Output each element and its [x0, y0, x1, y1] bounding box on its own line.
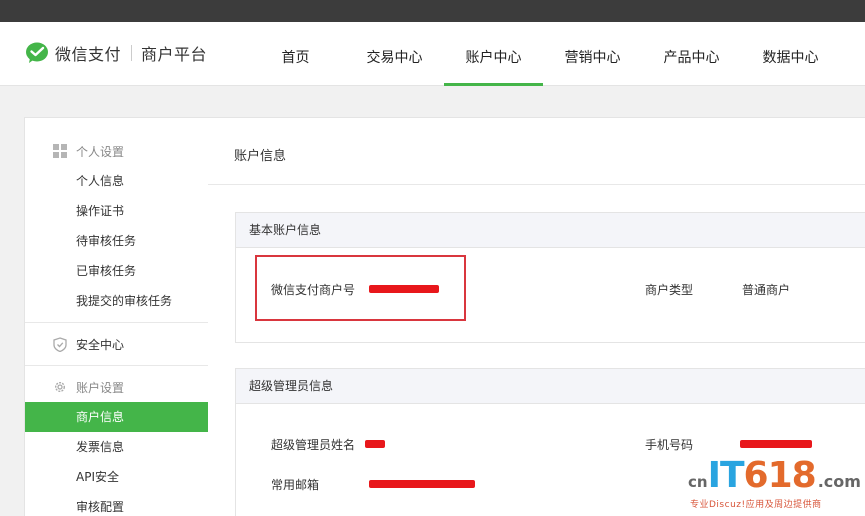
- brand-separator: [131, 45, 133, 61]
- redacted-admin-name: [365, 440, 385, 448]
- sidebar-item-pending-review[interactable]: 待审核任务: [25, 226, 208, 256]
- brand-name: 微信支付: [55, 45, 122, 64]
- sidebar-section-personal: 个人设置: [25, 136, 208, 166]
- header: 微信支付 商户平台 首页 交易中心 账户中心 营销中心 产品中心 数据中心: [0, 22, 865, 86]
- merchant-type-value: 普通商户: [742, 283, 791, 297]
- sidebar-item-security[interactable]: 安全中心: [25, 329, 208, 359]
- sidebar-item-personal-info[interactable]: 个人信息: [25, 166, 208, 196]
- watermark-tagline: 专业Discuz!应用及周边提供商: [690, 500, 822, 510]
- phone-label: 手机号码: [645, 438, 694, 452]
- sidebar-item-merchant-info[interactable]: 商户信息: [25, 402, 208, 432]
- sidebar-item-api-security[interactable]: API安全: [25, 462, 208, 492]
- sidebar-divider: [25, 322, 208, 323]
- sidebar: 个人设置 个人信息 操作证书 待审核任务 已审核任务 我提交的审核任务 安全中心…: [24, 117, 208, 516]
- grid-icon: [52, 143, 68, 159]
- nav-data[interactable]: 数据中心: [741, 22, 840, 86]
- watermark-cn: cn: [688, 473, 708, 491]
- nav-transactions[interactable]: 交易中心: [345, 22, 444, 86]
- gear-icon: [52, 379, 68, 395]
- admin-info-header: 超级管理员信息: [236, 369, 865, 404]
- redacted-email: [369, 480, 475, 488]
- sidebar-item-reviewed[interactable]: 已审核任务: [25, 256, 208, 286]
- wechat-pay-icon: [25, 41, 51, 65]
- sidebar-item-security-label: 安全中心: [76, 337, 125, 352]
- email-label: 常用邮箱: [271, 478, 320, 492]
- sidebar-section-account-title: 账户设置: [76, 380, 125, 395]
- sidebar-item-review-config[interactable]: 审核配置: [25, 492, 208, 516]
- watermark-618: 618: [743, 455, 817, 496]
- watermark-com: .com: [817, 472, 861, 491]
- merchant-id-label: 微信支付商户号: [271, 283, 356, 297]
- page-title: 账户信息: [234, 149, 287, 164]
- brand-subtitle: 商户平台: [141, 45, 208, 64]
- top-bar: [0, 0, 865, 22]
- nav-products[interactable]: 产品中心: [642, 22, 741, 86]
- basic-account-panel: 基本账户信息 微信支付商户号 商户类型 普通商户: [235, 212, 865, 343]
- admin-name-label: 超级管理员姓名: [271, 438, 356, 452]
- nav-home[interactable]: 首页: [246, 22, 345, 86]
- sidebar-item-my-submitted[interactable]: 我提交的审核任务: [25, 286, 208, 316]
- redacted-phone: [740, 440, 812, 448]
- sidebar-divider: [25, 365, 208, 366]
- redacted-merchant-id: [369, 285, 439, 293]
- sidebar-item-invoice-info[interactable]: 发票信息: [25, 432, 208, 462]
- nav-marketing[interactable]: 营销中心: [543, 22, 642, 86]
- nav-account[interactable]: 账户中心: [444, 22, 543, 86]
- sidebar-section-account: 账户设置: [25, 372, 208, 402]
- watermark-it: IT: [707, 455, 745, 496]
- title-divider: [208, 184, 865, 185]
- sidebar-section-personal-title: 个人设置: [76, 144, 125, 159]
- watermark-logo: cn IT 618 .com 专业Discuz!应用及周边提供商: [688, 455, 863, 510]
- sidebar-item-certificate[interactable]: 操作证书: [25, 196, 208, 226]
- main-nav: 首页 交易中心 账户中心 营销中心 产品中心 数据中心: [246, 22, 840, 86]
- watermark-wordmark: cn IT 618 .com: [688, 455, 861, 496]
- brand-logo[interactable]: 微信支付 商户平台: [25, 41, 207, 65]
- shield-icon: [52, 336, 68, 352]
- basic-account-header: 基本账户信息: [236, 213, 865, 248]
- merchant-type-label: 商户类型: [645, 283, 694, 297]
